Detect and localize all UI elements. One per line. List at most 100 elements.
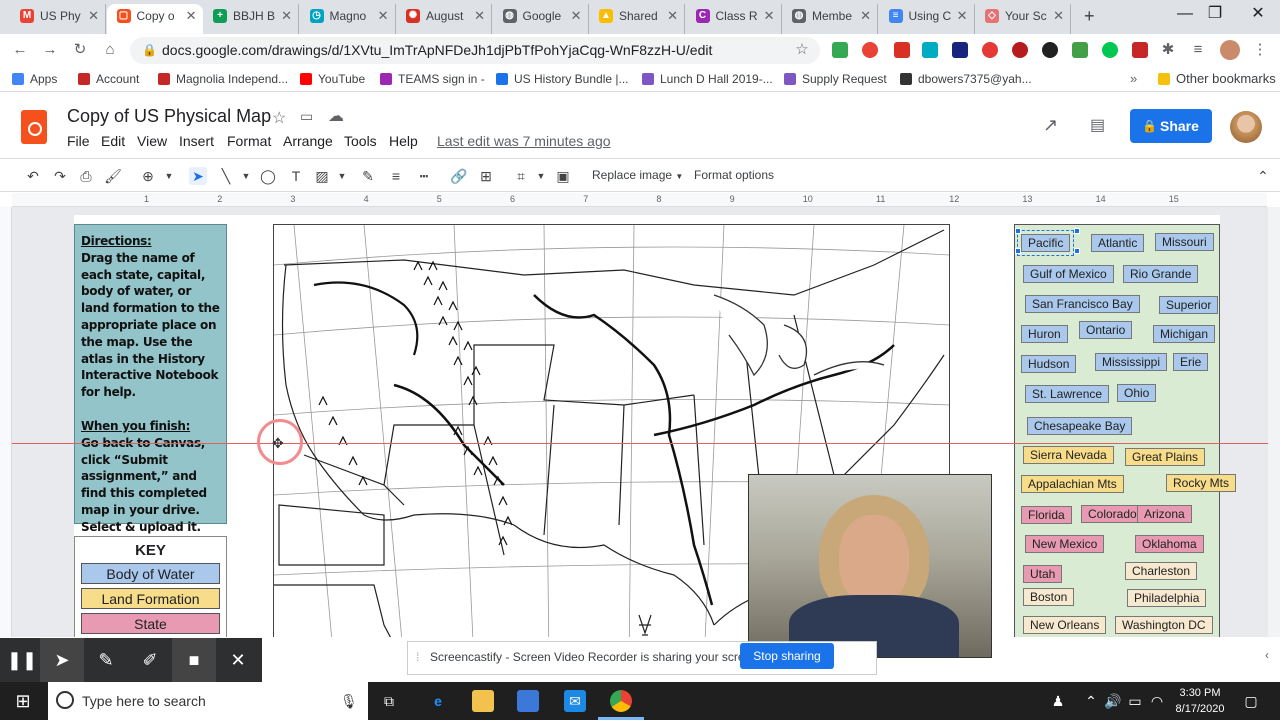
chevron-down-icon[interactable]: ▼	[160, 167, 178, 185]
notifications-icon[interactable]: ▢	[1240, 690, 1262, 712]
share-button[interactable]: 🔒 Share	[1130, 109, 1212, 143]
menu-file[interactable]: File	[67, 133, 90, 149]
directions-box[interactable]: Directions: Drag the name of each state,…	[74, 224, 227, 534]
mail-icon[interactable]: ✉	[564, 690, 586, 712]
word-chip-city[interactable]: Boston	[1023, 588, 1075, 606]
reading-list-icon[interactable]: ≡	[1188, 40, 1208, 60]
image-options-icon[interactable]: ▣	[554, 167, 572, 185]
forward-icon[interactable]: →	[40, 40, 60, 60]
profile-avatar[interactable]	[1220, 40, 1240, 60]
link-icon[interactable]: 🔗	[450, 167, 468, 185]
extension-icon[interactable]	[862, 42, 878, 58]
chevron-down-icon[interactable]: ▼	[333, 167, 351, 185]
chevron-down-icon[interactable]: ▼	[237, 167, 255, 185]
word-chip-land[interactable]: Great Plains	[1125, 448, 1206, 466]
border-weight-icon[interactable]: ≡	[387, 167, 405, 185]
microphone-icon[interactable]: 🎙	[340, 682, 358, 720]
extension-icon[interactable]	[1012, 42, 1028, 58]
drag-handle-icon[interactable]: ⁞	[416, 642, 419, 672]
close-tab-icon[interactable]: ✕	[571, 4, 582, 28]
menu-format[interactable]: Format	[227, 133, 271, 149]
border-color-icon[interactable]: ✎	[359, 167, 377, 185]
menu-insert[interactable]: Insert	[179, 133, 214, 149]
menu-arrange[interactable]: Arrange	[283, 133, 333, 149]
extension-icon[interactable]	[894, 42, 910, 58]
close-tab-icon[interactable]: ✕	[764, 4, 775, 28]
webcam-overlay[interactable]	[748, 474, 992, 658]
extension-icon[interactable]	[832, 42, 848, 58]
activity-trend-icon[interactable]: ↗	[1043, 115, 1058, 136]
browser-tab[interactable]: ▢ Copy o ✕	[106, 4, 203, 34]
menu-view[interactable]: View	[137, 133, 167, 149]
browser-tab[interactable]: ◇ Your Sc ✕	[975, 4, 1071, 34]
drawing-canvas[interactable]: Directions: Drag the name of each state,…	[12, 207, 1268, 637]
browser-tab[interactable]: C Class R ✕	[686, 4, 782, 34]
close-tab-icon[interactable]: ✕	[88, 4, 99, 28]
bookmark-item[interactable]: YouTube	[300, 70, 365, 88]
bookmark-item[interactable]: Apps	[12, 70, 57, 88]
close-tab-icon[interactable]: ✕	[474, 4, 485, 28]
file-explorer-icon[interactable]	[472, 690, 494, 712]
add-comment-icon[interactable]: ⊞	[477, 167, 495, 185]
back-icon[interactable]: ←	[10, 40, 30, 60]
menu-edit[interactable]: Edit	[101, 133, 125, 149]
browser-tab[interactable]: ✺ August ✕	[396, 4, 492, 34]
other-bookmarks[interactable]: Other bookmarks	[1158, 70, 1276, 88]
key-box[interactable]: KEY Body of Water Land Formation State	[74, 536, 227, 637]
resize-handle[interactable]	[1074, 228, 1080, 234]
close-tab-icon[interactable]: ✕	[860, 4, 871, 28]
chrome-taskbar-icon[interactable]	[610, 690, 632, 712]
word-chip-city[interactable]: Philadelphia	[1127, 589, 1207, 607]
word-chip-land[interactable]: Rocky Mts	[1166, 474, 1237, 492]
network-icon[interactable]: ▭	[1124, 690, 1146, 712]
format-options-button[interactable]: Format options	[694, 168, 774, 182]
bookmark-item[interactable]: dbowers7375@yah...	[900, 70, 1032, 88]
shape-tool-icon[interactable]: ◯	[259, 167, 277, 185]
word-chip-water[interactable]: Atlantic	[1091, 234, 1145, 252]
move-folder-icon[interactable]: ▭	[300, 108, 313, 125]
browser-tab[interactable]: M US Phy ✕	[10, 4, 106, 34]
browser-tab[interactable]: ◍ Google ✕	[493, 4, 589, 34]
browser-tab[interactable]: ▲ Shared ✕	[589, 4, 685, 34]
bookmark-item[interactable]: US History Bundle |...	[496, 70, 629, 88]
collapse-toolbar-icon[interactable]: ⌃	[1254, 167, 1272, 185]
word-chip-water[interactable]: Erie	[1173, 353, 1209, 371]
close-tab-icon[interactable]: ✕	[378, 4, 389, 28]
bookmark-star-icon[interactable]: ☆	[792, 40, 812, 60]
side-panel-toggle-icon[interactable]: ‹	[1265, 648, 1269, 662]
image-icon[interactable]: ▨	[313, 167, 331, 185]
close-tab-icon[interactable]: ✕	[186, 4, 197, 28]
drawing-page[interactable]: Directions: Drag the name of each state,…	[74, 215, 1237, 637]
extension-icon[interactable]	[1042, 42, 1058, 58]
browser-tab[interactable]: ◷ Magno ✕	[300, 4, 396, 34]
close-tab-icon[interactable]: ✕	[957, 4, 968, 28]
menu-help[interactable]: Help	[389, 133, 418, 149]
menu-tools[interactable]: Tools	[344, 133, 377, 149]
word-chip-state[interactable]: Oklahoma	[1135, 535, 1204, 553]
word-chip-land[interactable]: Sierra Nevada	[1023, 446, 1114, 464]
word-chip-water[interactable]: Missouri	[1155, 233, 1214, 251]
word-chip-state[interactable]: Utah	[1023, 565, 1063, 583]
extension-icon[interactable]	[1072, 42, 1088, 58]
webcam-toggle-icon[interactable]: ■	[172, 638, 216, 682]
undo-icon[interactable]: ↶	[24, 167, 42, 185]
comments-icon[interactable]: ▤	[1090, 115, 1105, 135]
bookmark-item[interactable]: Magnolia Independ...	[158, 70, 288, 88]
close-tab-icon[interactable]: ✕	[281, 4, 292, 28]
extension-icon[interactable]	[1132, 42, 1148, 58]
resize-handle[interactable]	[1074, 248, 1080, 254]
select-tool-icon[interactable]: ➤	[189, 167, 207, 185]
text-box-icon[interactable]: T	[287, 167, 305, 185]
word-chip-state[interactable]: Arizona	[1137, 505, 1192, 523]
star-icon[interactable]: ☆	[272, 108, 286, 128]
task-view-icon[interactable]: ⧉	[378, 690, 400, 712]
pause-icon[interactable]: ❚❚	[0, 638, 44, 682]
word-chip-city[interactable]: Charleston	[1125, 562, 1198, 580]
url-field[interactable]: 🔒 docs.google.com/drawings/d/1XVtu_ImTrA…	[130, 37, 820, 64]
zoom-icon[interactable]: ⊕	[139, 167, 157, 185]
home-icon[interactable]: ⌂	[100, 40, 120, 60]
reload-icon[interactable]: ↻	[70, 40, 90, 60]
line-tool-icon[interactable]: ╲	[217, 167, 235, 185]
word-chip-water[interactable]: Chesapeake Bay	[1027, 417, 1133, 435]
edge-browser-icon[interactable]: e	[427, 690, 449, 712]
